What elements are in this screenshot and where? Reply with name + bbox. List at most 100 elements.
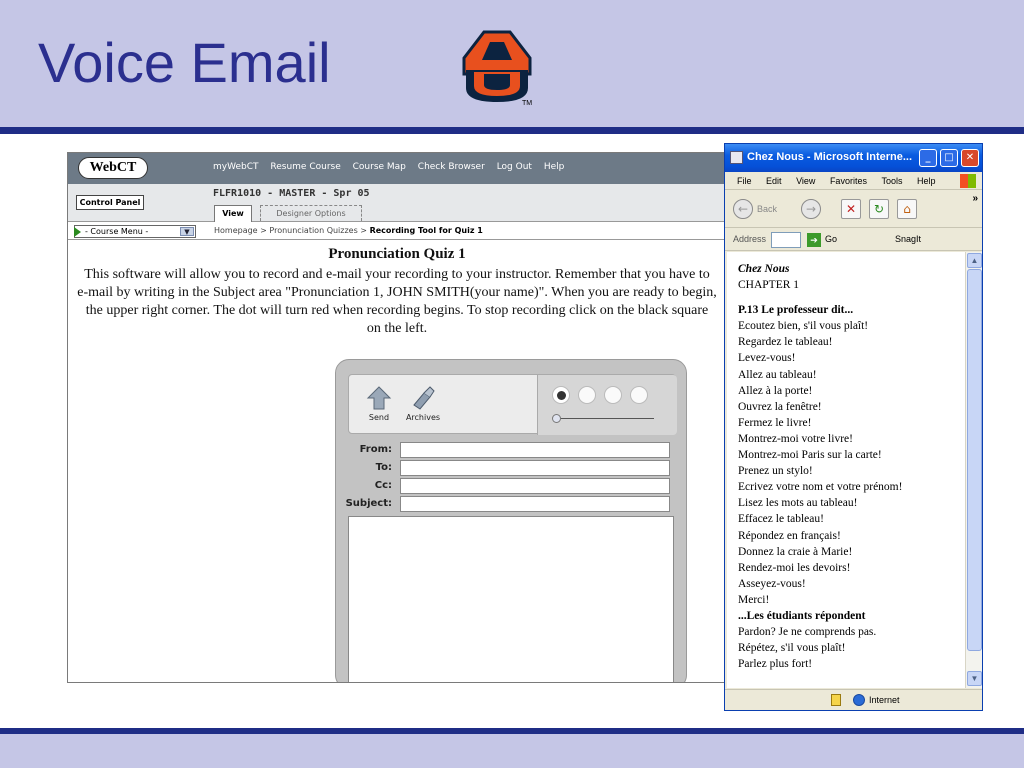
- play-icon: [74, 227, 81, 237]
- address-field[interactable]: [771, 232, 801, 248]
- ie-title-bar[interactable]: Chez Nous - Microsoft Interne... _ □ ✕: [725, 144, 982, 172]
- lock-icon: [831, 694, 841, 706]
- globe-icon: [853, 694, 865, 706]
- to-row: To:: [344, 460, 674, 476]
- maximize-icon[interactable]: □: [940, 149, 958, 167]
- subject-field[interactable]: [400, 496, 670, 512]
- breadcrumb-current: Recording Tool for Quiz 1: [369, 226, 483, 235]
- nav-help[interactable]: Help: [544, 162, 565, 172]
- send-button[interactable]: Send: [357, 385, 401, 422]
- tab-designer-options[interactable]: Designer Options: [260, 205, 362, 221]
- quiz-line: This software will allow you to record a…: [84, 267, 710, 282]
- recorder-controls: [537, 375, 677, 435]
- list-item: Donnez la craie à Marie!: [738, 545, 853, 558]
- list-item: Montrez-moi votre livre!: [738, 432, 853, 445]
- go-arrow-icon[interactable]: ➔: [807, 233, 821, 247]
- webct-window: WebCT myWebCT Resume Course Course Map C…: [67, 152, 727, 683]
- send-icon: [366, 386, 392, 410]
- slide-title: Voice Email: [38, 31, 331, 94]
- list-item: Montrez-moi Paris sur la carte!: [738, 449, 882, 462]
- menu-view[interactable]: View: [796, 172, 815, 190]
- chapter-heading: CHAPTER 1: [738, 279, 800, 292]
- message-body[interactable]: [348, 516, 674, 682]
- security-zone: Internet: [869, 695, 900, 705]
- menu-tools[interactable]: Tools: [881, 172, 902, 190]
- playback-slider[interactable]: [552, 414, 561, 423]
- archives-icon: [413, 386, 435, 410]
- menu-file[interactable]: File: [737, 172, 752, 190]
- to-field[interactable]: [400, 460, 670, 476]
- webct-logo[interactable]: WebCT: [78, 157, 148, 179]
- nav-log-out[interactable]: Log Out: [497, 162, 532, 172]
- nav-course-map[interactable]: Course Map: [353, 162, 406, 172]
- quiz-title: Pronunciation Quiz 1: [328, 246, 466, 262]
- cc-field[interactable]: [400, 478, 670, 494]
- home-icon[interactable]: ⌂: [897, 199, 917, 219]
- go-button[interactable]: Go: [825, 234, 837, 244]
- forward-arrow-icon[interactable]: →: [801, 199, 821, 219]
- ie-window: Chez Nous - Microsoft Interne... _ □ ✕ F…: [724, 143, 983, 711]
- ie-page-content: Chez Nous CHAPTER 1 P.13 Le professeur d…: [727, 252, 965, 688]
- vertical-scrollbar[interactable]: ▲ ▼: [965, 252, 982, 688]
- list-item: Ecoutez bien, s'il vous plaît!: [738, 320, 869, 333]
- au-logo: TM: [462, 30, 532, 106]
- ie-toolbar: ← Back → ✕ ↻ ⌂ »: [725, 191, 982, 228]
- back-label[interactable]: Back: [757, 204, 777, 214]
- course-title: FLFR1010 - MASTER - Spr 05: [213, 188, 370, 199]
- list-item: Ouvrez la fenêtre!: [738, 400, 822, 413]
- quiz-line: the upper right corner. The dot will tur…: [85, 303, 709, 318]
- list-item: Lisez les mots au tableau!: [738, 497, 858, 510]
- course-menu-select[interactable]: - Course Menu - ▼: [74, 225, 196, 238]
- play-button[interactable]: [578, 386, 596, 404]
- minimize-icon[interactable]: _: [919, 149, 937, 167]
- list-item: Merci!: [738, 593, 770, 606]
- stop-icon[interactable]: ✕: [841, 199, 861, 219]
- voice-recorder: Send Archives From: To: Cc: Subject:: [335, 359, 687, 682]
- from-field[interactable]: [400, 442, 670, 458]
- list-item: Levez-vous!: [738, 352, 796, 365]
- list-item: Répondez en français!: [738, 529, 841, 542]
- list-item: Répétez, s'il vous plaît!: [738, 642, 846, 655]
- webct-top-nav: myWebCT Resume Course Course Map Check B…: [213, 162, 573, 172]
- quiz-line: on the left.: [366, 321, 428, 336]
- section-heading-2: ...Les étudiants répondent: [738, 609, 866, 622]
- close-icon[interactable]: ✕: [961, 149, 979, 167]
- playback-track: [558, 418, 654, 419]
- menu-help[interactable]: Help: [917, 172, 936, 190]
- breadcrumb: Homepage > Pronunciation Quizzes > Recor…: [214, 226, 483, 235]
- chevron-down-icon[interactable]: ▼: [180, 227, 194, 236]
- scroll-down-icon[interactable]: ▼: [967, 671, 982, 686]
- scrollbar-thumb[interactable]: [967, 269, 982, 651]
- menu-favorites[interactable]: Favorites: [830, 172, 867, 190]
- scroll-up-icon[interactable]: ▲: [967, 253, 982, 268]
- book-title: Chez Nous: [738, 263, 790, 275]
- breadcrumb-path[interactable]: Homepage > Pronunciation Quizzes >: [214, 226, 370, 235]
- archives-label: Archives: [405, 413, 441, 422]
- menu-edit[interactable]: Edit: [766, 172, 782, 190]
- record-button[interactable]: [552, 386, 570, 404]
- nav-mywebct[interactable]: myWebCT: [213, 162, 259, 172]
- archives-button[interactable]: Archives: [401, 385, 445, 422]
- back-arrow-icon[interactable]: ←: [733, 199, 753, 219]
- nav-check-browser[interactable]: Check Browser: [418, 162, 485, 172]
- control-panel-button[interactable]: Control Panel: [76, 195, 144, 210]
- list-item: Pardon? Je ne comprends pas.: [738, 626, 877, 639]
- nav-resume-course[interactable]: Resume Course: [270, 162, 340, 172]
- list-item: Parlez plus fort!: [738, 658, 813, 671]
- from-row: From:: [344, 442, 674, 458]
- list-item: Rendez-moi les devoirs!: [738, 561, 851, 574]
- list-item: Prenez un stylo!: [738, 465, 813, 478]
- snagit-button[interactable]: SnagIt: [895, 234, 921, 244]
- refresh-icon[interactable]: ↻: [869, 199, 889, 219]
- pause-button[interactable]: [604, 386, 622, 404]
- tab-view[interactable]: View: [214, 205, 252, 222]
- send-label: Send: [368, 413, 390, 422]
- cc-label: Cc:: [374, 480, 392, 491]
- stop-button[interactable]: [630, 386, 648, 404]
- recorder-toolbar: Send Archives: [348, 374, 677, 435]
- webct-menu-row: - Course Menu - ▼ Homepage > Pronunciati…: [68, 223, 726, 240]
- toolbar-overflow-icon[interactable]: »: [972, 193, 978, 204]
- list-item: Allez au tableau!: [738, 368, 817, 381]
- top-rule: [0, 127, 1024, 134]
- quiz-instructions: This software will allow you to record a…: [68, 266, 726, 338]
